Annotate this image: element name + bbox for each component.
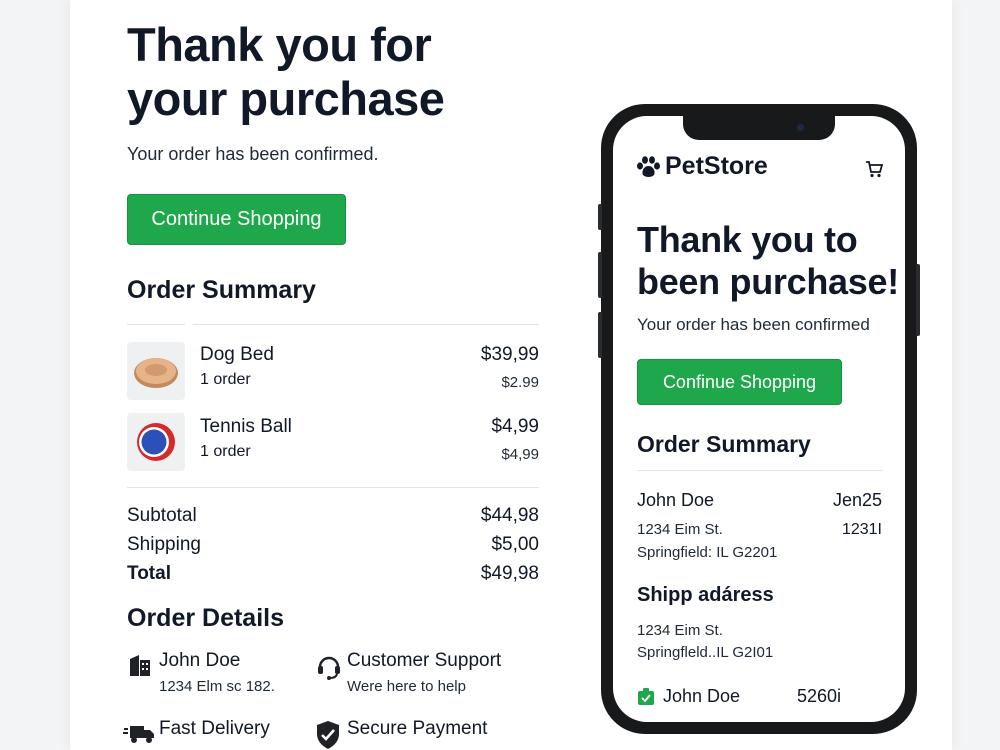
support-title: Customer Support [347,650,502,671]
phone-title-line-1: Thank you to [637,219,858,260]
phone-ship-line1: 1234 Eim St. [637,622,723,639]
phone-order-number: 1231I [841,521,882,538]
total-value: $49,98 [480,563,539,584]
continue-shopping-button[interactable]: Continue Shopping [127,194,346,245]
phone-summary-heading: Order Summary [637,431,811,457]
phone-button [598,252,602,298]
phone-notch [683,116,835,140]
shipping-label: Shipping [127,534,201,555]
shipping-value: $5,00 [491,534,539,555]
phone-continue-button[interactable]: Confinue Shopping [637,359,842,405]
tennis-ball-image [127,413,185,471]
confirmation-subtitle: Your order has been confirmed. [127,144,379,164]
item-price: $4,99 [491,416,539,437]
phone-button [598,204,602,230]
headset-icon [315,652,341,680]
payment-title: Secure Payment [347,718,488,739]
subtotal-value: $44,98 [480,505,539,526]
phone-order-date: Jen25 [832,490,882,510]
phone-address-line1: 1234 Eim St. [637,521,723,538]
phone-footer-name: John Doe [663,686,741,706]
customer-name: John Doe [159,650,241,671]
item-price: $39,99 [480,344,539,365]
phone-customer-name: John Doe [637,490,715,510]
support-text: Were here to help [347,678,466,695]
page-title: Thank you for your purchase [127,18,539,126]
title-line-1: Thank you for [127,18,432,71]
paw-icon [635,155,661,179]
package-icon [637,688,655,706]
phone-subtitle: Your order has been confirmed [637,315,870,334]
item-sub-price: $2.99 [501,374,539,391]
subtotal-label: Subtotal [127,505,197,526]
customer-address: 1234 Elm sc 182. [159,678,275,695]
phone-mockup: PetStore Thank you to been purchase! You… [598,104,920,734]
brand-name: PetStore [665,152,768,180]
title-line-2: your purchase [127,72,445,125]
item-name: Tennis Ball [200,416,292,437]
item-qty: 1 order [200,443,251,460]
phone-button [916,264,920,336]
item-sub-price: $4,99 [501,446,539,463]
phone-address-line2: Springfield: IL G2201 [637,544,778,561]
item-qty: 1 order [200,371,251,388]
camera-dot [797,124,804,131]
total-label: Total [127,563,171,584]
order-summary-heading: Order Summary [127,276,316,304]
phone-divider [637,470,882,471]
phone-page-title: Thank you to been purchase! [637,219,899,303]
dog-bed-image [127,342,185,400]
summary-divider-short [127,324,185,325]
order-details-heading: Order Details [127,604,285,632]
phone-footer-number: 5260i [796,686,841,706]
phone-screen: PetStore Thank you to been purchase! You… [613,116,905,722]
building-icon [127,652,153,678]
delivery-title: Fast Delivery [159,718,270,739]
phone-ship-line2: Springfleld..IL G2I01 [637,644,774,661]
phone-button [598,312,602,358]
cart-icon[interactable] [865,160,884,178]
totals-divider [127,487,539,488]
item-name: Dog Bed [200,344,274,365]
shield-check-icon [315,720,341,749]
phone-title-line-2: been purchase! [637,261,899,302]
brand-logo[interactable]: PetStore [635,152,768,181]
summary-divider [193,324,539,325]
truck-icon [123,720,155,746]
phone-shipping-heading: Shipp adáress [637,584,774,606]
